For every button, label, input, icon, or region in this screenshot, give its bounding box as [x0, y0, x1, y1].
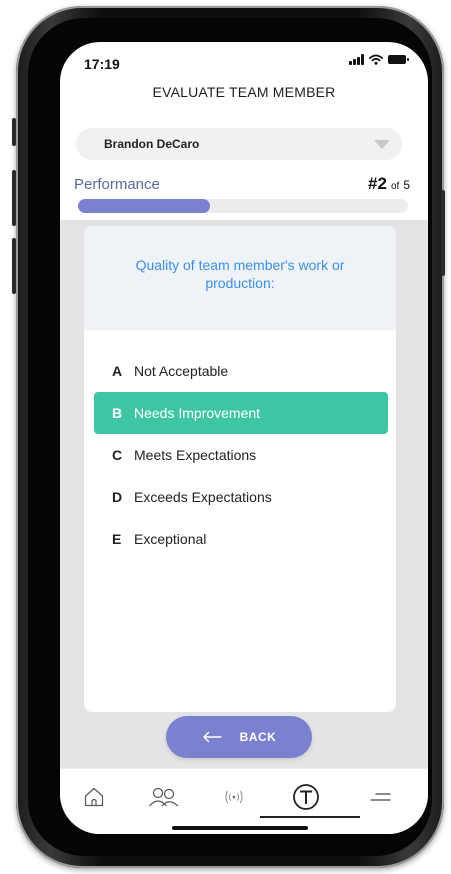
option-label: Not Acceptable [134, 363, 229, 379]
home-indicator [172, 826, 308, 830]
volume-up-button [12, 170, 16, 226]
tab-broadcast[interactable] [214, 781, 254, 813]
step-counter: #2 of 5 [368, 174, 410, 194]
back-label: BACK [239, 730, 277, 744]
mute-switch [12, 118, 16, 146]
step-total: 5 [403, 178, 410, 192]
option-a[interactable]: A Not Acceptable [94, 350, 388, 392]
option-letter: D [112, 489, 123, 505]
question-text: Quality of team member's work or product… [135, 257, 345, 291]
option-c[interactable]: C Meets Expectations [94, 434, 388, 476]
tab-t-app[interactable] [286, 781, 326, 813]
status-icons [349, 54, 409, 65]
step-of-label: of [390, 181, 400, 192]
back-button[interactable]: BACK [166, 716, 312, 758]
option-letter: E [112, 531, 122, 547]
step-current: #2 [368, 174, 387, 193]
member-name: Brandon DeCaro [104, 137, 200, 151]
wifi-icon [369, 54, 383, 65]
battery-icon [388, 55, 409, 64]
member-select[interactable]: Brandon DeCaro [76, 128, 402, 160]
option-label: Exceeds Expectations [134, 489, 272, 505]
answer-options: A Not Acceptable B Needs Improvement C M… [94, 350, 388, 560]
volume-down-button [12, 238, 16, 294]
home-icon [84, 787, 104, 807]
progress-fill [78, 199, 210, 213]
question-card: Quality of team member's work or product… [84, 226, 396, 712]
signal-icon [349, 54, 364, 65]
chevron-down-icon [374, 140, 390, 149]
tab-home[interactable] [74, 781, 114, 813]
option-label: Exceptional [134, 531, 207, 547]
option-b[interactable]: B Needs Improvement [94, 392, 388, 434]
option-letter: A [112, 363, 123, 379]
status-time: 17:19 [84, 56, 120, 72]
power-button [441, 190, 445, 276]
option-label: Needs Improvement [134, 405, 261, 421]
option-letter: B [112, 405, 123, 421]
tab-bar [60, 768, 428, 834]
page-title: EVALUATE TEAM MEMBER [152, 84, 336, 100]
option-label: Meets Expectations [134, 447, 257, 463]
option-d[interactable]: D Exceeds Expectations [94, 476, 388, 518]
t-logo-icon [293, 784, 319, 810]
screen: 17:19 EVALUATE TEAM MEMBER Brandon DeCar… [60, 42, 428, 834]
stage: 17:19 EVALUATE TEAM MEMBER Brandon DeCar… [0, 0, 451, 874]
progress-bar [78, 199, 408, 213]
question-header: Quality of team member's work or product… [84, 226, 396, 330]
option-e[interactable]: E Exceptional [94, 518, 388, 560]
arrow-left-icon [202, 731, 222, 743]
broadcast-icon [225, 790, 243, 804]
tab-team[interactable] [144, 781, 184, 813]
team-icon [149, 787, 179, 807]
option-letter: C [112, 447, 123, 463]
menu-icon [370, 793, 391, 801]
tab-menu[interactable] [360, 781, 400, 813]
section-label: Performance [74, 176, 160, 193]
scroll-indicator [260, 816, 360, 818]
